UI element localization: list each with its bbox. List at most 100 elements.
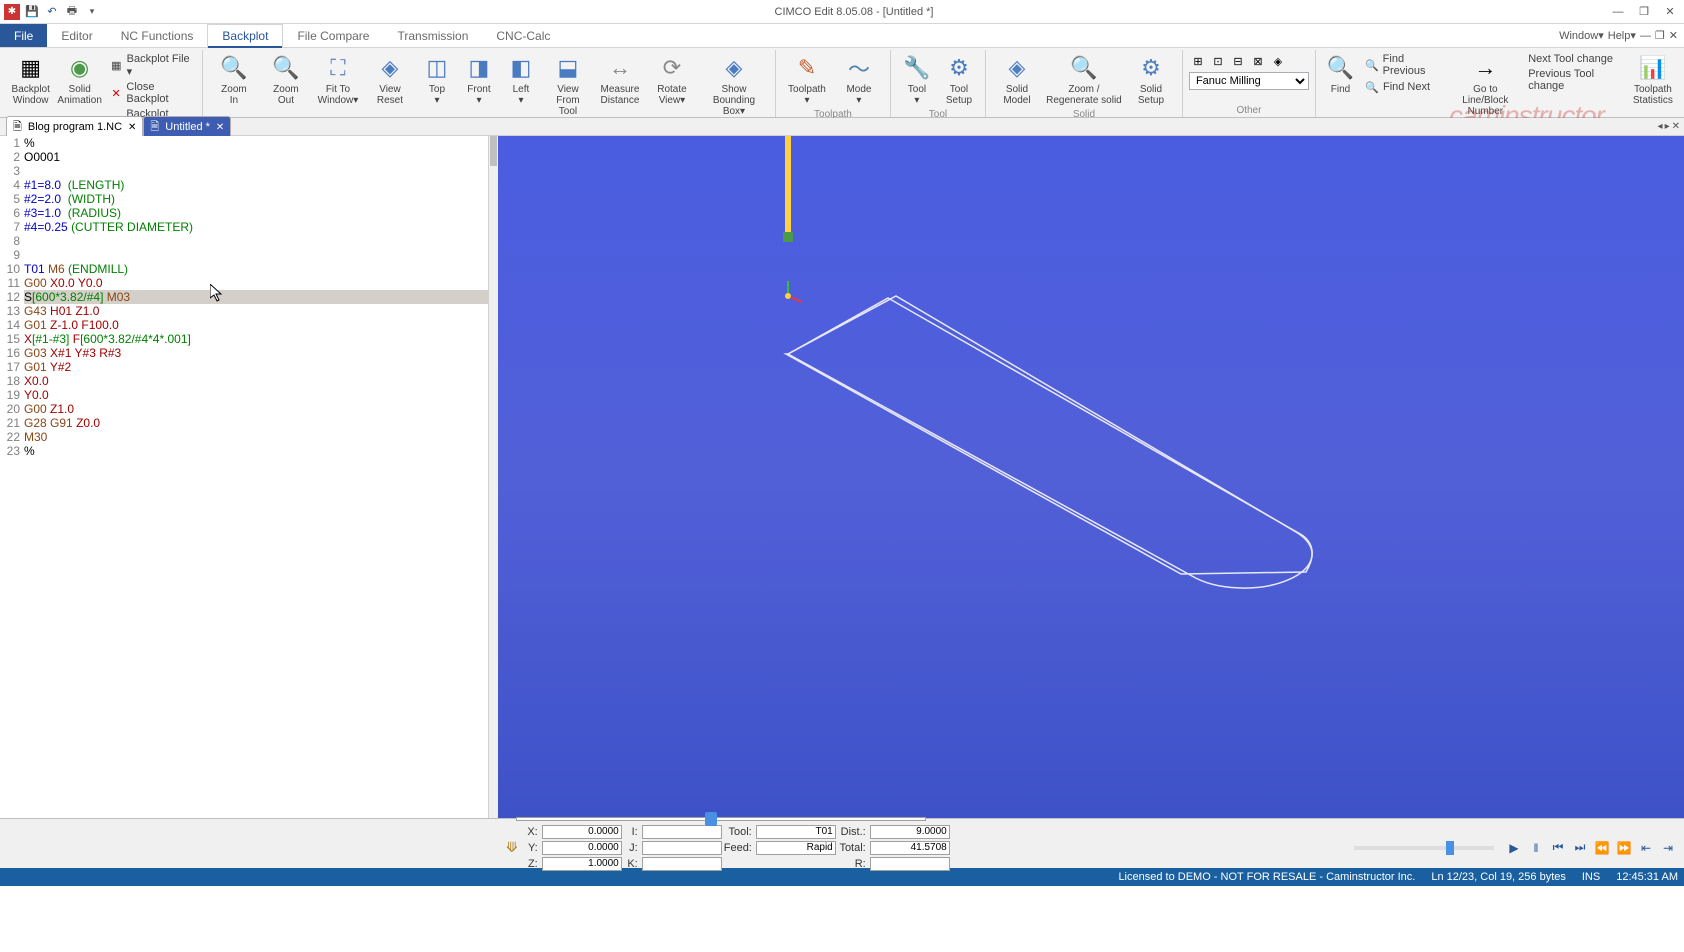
tab-transmission[interactable]: Transmission bbox=[383, 24, 482, 47]
close-button[interactable]: ✕ bbox=[1660, 4, 1680, 20]
undo-icon[interactable]: ↶ bbox=[44, 4, 60, 20]
find-next-button[interactable]: 🔍Find Next bbox=[1361, 79, 1447, 95]
skip-fwd-button[interactable]: ⏩ bbox=[1614, 839, 1634, 857]
toolpath-shape bbox=[788, 296, 1312, 588]
tab-editor[interactable]: Editor bbox=[47, 24, 106, 47]
toolpath-statistics-button[interactable]: 📊Toolpath Statistics bbox=[1630, 52, 1676, 108]
solid-setup-icon: ⚙ bbox=[1137, 54, 1165, 82]
solid-setup-button[interactable]: ⚙Solid Setup bbox=[1126, 52, 1176, 108]
minimize-button[interactable]: — bbox=[1608, 4, 1628, 20]
rewind-button[interactable]: ⇤ bbox=[1636, 839, 1656, 857]
progress-slider[interactable] bbox=[516, 817, 926, 821]
status-insert-mode: INS bbox=[1582, 871, 1600, 883]
restore-button[interactable]: ❐ bbox=[1634, 4, 1654, 20]
ribbon-panel: ▦Backplot Window ◉Solid Animation ▦Backp… bbox=[0, 48, 1684, 118]
play-button[interactable]: ▶ bbox=[1504, 839, 1524, 857]
pause-button[interactable]: ‖ bbox=[1526, 839, 1546, 857]
tab-file[interactable]: File bbox=[0, 24, 47, 47]
other-icon-4[interactable]: ⊠ bbox=[1249, 52, 1267, 70]
tab-cnc-calc[interactable]: CNC-Calc bbox=[482, 24, 564, 47]
show-bounding-box-button[interactable]: ◈Show Bounding Box▾ bbox=[699, 52, 769, 119]
find-button[interactable]: 🔍Find bbox=[1322, 52, 1359, 97]
tab-nav-left-icon[interactable]: ◂ bbox=[1658, 121, 1663, 132]
fit-window-icon: ⛶ bbox=[324, 54, 352, 82]
next-tool-change-button[interactable]: Next Tool change bbox=[1524, 52, 1628, 66]
other-icon-2[interactable]: ⊡ bbox=[1209, 52, 1227, 70]
find-previous-button[interactable]: 🔍Find Previous bbox=[1361, 52, 1447, 78]
speed-slider[interactable] bbox=[1354, 846, 1494, 850]
backplot-file-button[interactable]: ▦Backplot File ▾ bbox=[106, 52, 196, 79]
bounding-box-icon: ◈ bbox=[720, 54, 748, 82]
code-editor[interactable]: 1234567891011121314151617181920212223 %O… bbox=[0, 136, 498, 818]
prev-tool-change-button[interactable]: Previous Tool change bbox=[1524, 67, 1628, 93]
other-icon-5[interactable]: ◈ bbox=[1269, 52, 1287, 70]
backplot-viewport[interactable] bbox=[498, 136, 1684, 818]
solid-animation-button[interactable]: ◉Solid Animation bbox=[55, 52, 103, 108]
save-icon[interactable]: 💾 bbox=[24, 4, 40, 20]
toolpath-icon: ✎ bbox=[793, 54, 821, 82]
mode-icon: 〜 bbox=[845, 54, 873, 82]
tool-setup-button[interactable]: ⚙Tool Setup bbox=[939, 52, 979, 108]
measure-distance-button[interactable]: ↔Measure Distance bbox=[595, 52, 645, 108]
skip-back-button[interactable]: ⏪ bbox=[1592, 839, 1612, 857]
slider-thumb[interactable] bbox=[705, 812, 717, 826]
mode-button[interactable]: 〜Mode ▾ bbox=[834, 52, 884, 108]
control-type-select[interactable]: Fanuc Milling bbox=[1189, 72, 1309, 90]
vertical-scrollbar[interactable] bbox=[488, 136, 498, 818]
solid-model-button[interactable]: ◈Solid Model bbox=[992, 52, 1042, 108]
tab-nc-functions[interactable]: NC Functions bbox=[107, 24, 208, 47]
backplot-window-button[interactable]: ▦Backplot Window bbox=[8, 52, 53, 108]
view-reset-button[interactable]: ◈View Reset bbox=[365, 52, 415, 108]
front-view-button[interactable]: ◨Front ▾ bbox=[459, 52, 499, 108]
tab-backplot[interactable]: Backplot bbox=[207, 24, 283, 47]
view-from-tool-button[interactable]: ⬓View From Tool bbox=[543, 52, 593, 119]
goto-line-button[interactable]: →Go to Line/Block Number bbox=[1449, 52, 1523, 119]
coord-z bbox=[542, 857, 622, 871]
tab-close-all-icon[interactable]: ✕ bbox=[1672, 121, 1680, 132]
qat-dropdown-icon[interactable]: ▾ bbox=[84, 4, 100, 20]
step-fwd-button[interactable]: ⏭ bbox=[1570, 839, 1590, 857]
zoom-in-button[interactable]: 🔍Zoom In bbox=[209, 52, 259, 108]
view-from-tool-icon: ⬓ bbox=[554, 54, 582, 82]
close-tab-icon[interactable]: ✕ bbox=[128, 122, 136, 133]
coordinate-readout: X: I: Tool: Dist.: Y: J: Feed: Total: Z:… bbox=[524, 825, 950, 871]
ribbon-close-icon[interactable]: ✕ bbox=[1669, 29, 1678, 42]
top-view-button[interactable]: ◫Top ▾ bbox=[417, 52, 457, 108]
step-back-button[interactable]: ⏮ bbox=[1548, 839, 1568, 857]
measure-icon: ↔ bbox=[606, 54, 634, 82]
zoom-out-button[interactable]: 🔍Zoom Out bbox=[261, 52, 311, 108]
code-content[interactable]: %O0001 #1=8.0 (LENGTH)#2=2.0 (WIDTH)#3=1… bbox=[24, 136, 488, 818]
scrollbar-thumb[interactable] bbox=[490, 136, 497, 166]
tab-nav-right-icon[interactable]: ▸ bbox=[1665, 121, 1670, 132]
rotate-view-button[interactable]: ⟳Rotate View▾ bbox=[647, 52, 697, 108]
help-menu[interactable]: Help▾ bbox=[1608, 29, 1636, 42]
status-bar: Licensed to DEMO - NOT FOR RESALE - Cami… bbox=[0, 868, 1684, 886]
backplot-file-icon: ▦ bbox=[110, 59, 123, 73]
tab-file-compare[interactable]: File Compare bbox=[283, 24, 383, 47]
doc-tab-1[interactable]: 🗎Blog program 1.NC✕ bbox=[6, 116, 143, 138]
tool-icon: 🔧 bbox=[903, 54, 931, 82]
find-next-icon: 🔍 bbox=[1365, 80, 1379, 94]
other-icon-1[interactable]: ⊞ bbox=[1189, 52, 1207, 70]
ribbon-restore-icon[interactable]: ❐ bbox=[1655, 29, 1665, 42]
fit-to-window-button[interactable]: ⛶Fit To Window▾ bbox=[313, 52, 363, 108]
print-icon[interactable]: 🖶 bbox=[64, 4, 80, 20]
other-icon-3[interactable]: ⊟ bbox=[1229, 52, 1247, 70]
stats-icon: 📊 bbox=[1639, 54, 1667, 82]
coord-x bbox=[542, 825, 622, 839]
coord-dist bbox=[870, 825, 950, 839]
status-time: 12:45:31 AM bbox=[1616, 871, 1678, 883]
forward-end-button[interactable]: ⇥ bbox=[1658, 839, 1678, 857]
ribbon-minimize-icon[interactable]: — bbox=[1640, 30, 1651, 42]
speed-thumb[interactable] bbox=[1446, 841, 1454, 855]
status-license: Licensed to DEMO - NOT FOR RESALE - Cami… bbox=[1118, 871, 1415, 883]
window-menu[interactable]: Window▾ bbox=[1559, 29, 1604, 42]
doc-tab-2[interactable]: 🗎Untitled *✕ bbox=[143, 116, 231, 138]
toolpath-button[interactable]: ✎Toolpath ▾ bbox=[782, 52, 832, 108]
close-tab-icon[interactable]: ✕ bbox=[216, 122, 224, 133]
left-view-button[interactable]: ◧Left ▾ bbox=[501, 52, 541, 108]
close-backplot-button[interactable]: ✕Close Backplot bbox=[106, 80, 196, 106]
tool-button[interactable]: 🔧Tool ▾ bbox=[897, 52, 937, 108]
app-icon: ✱ bbox=[4, 4, 20, 20]
regenerate-solid-button[interactable]: 🔍Zoom / Regenerate solid bbox=[1044, 52, 1124, 108]
